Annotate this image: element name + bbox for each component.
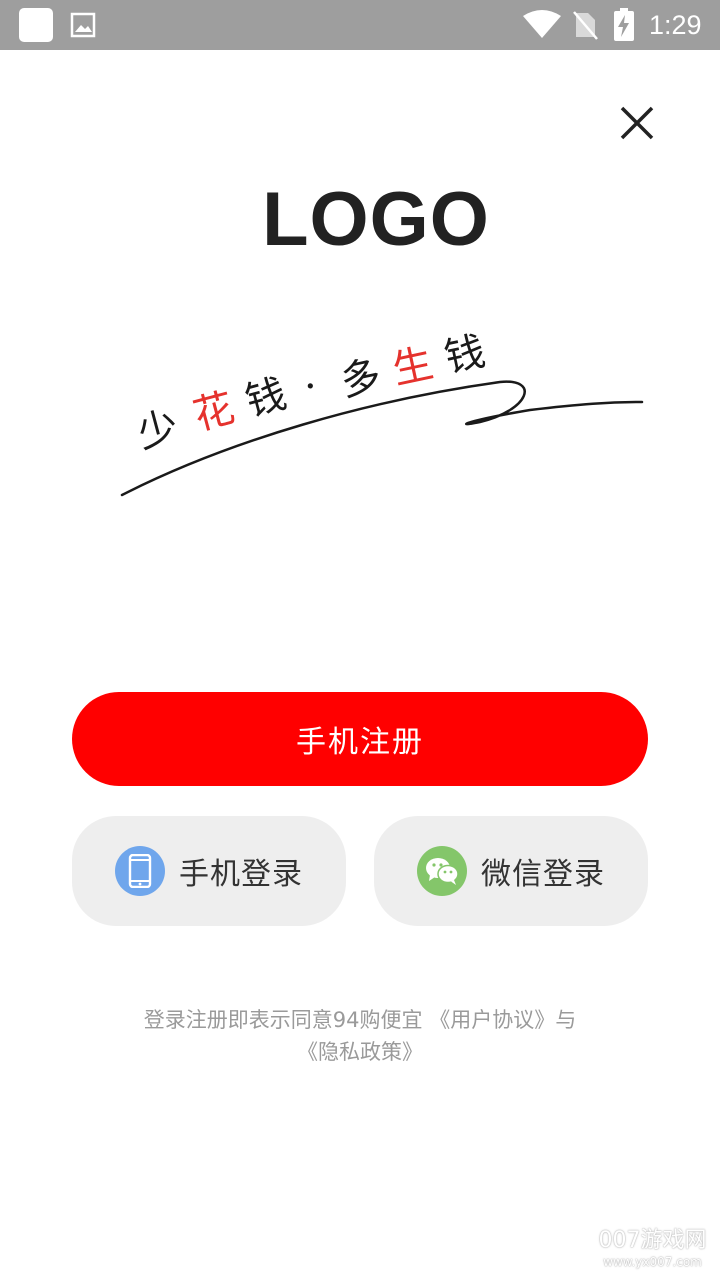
logo-text: LOGO [262,177,490,262]
wechat-login-button[interactable]: 微信登录 [374,816,648,926]
gallery-icon [70,12,96,38]
agreement-prefix: 登录注册即表示同意94购便宜 [143,1008,430,1032]
slogan-char: 少 [133,403,184,458]
phone-login-button[interactable]: 手机登录 [72,816,346,926]
phone-register-button[interactable]: 手机注册 [72,692,648,786]
close-icon [620,106,654,140]
phone-icon [115,846,165,896]
user-agreement-link[interactable]: 《用户协议》 [429,1008,555,1032]
status-bar: 1:29 [0,0,720,50]
no-sim-icon [573,11,598,40]
slogan-calligraphy: 少 花 钱 · 多 生 钱 [120,330,644,497]
wechat-login-label: 微信登录 [481,857,605,892]
slogan-char-accent: 生 [389,340,438,393]
slogan-char: 钱 [441,330,490,382]
phone-login-label: 手机登录 [179,857,303,892]
agreement-joiner: 与 [555,1008,577,1032]
privacy-policy-link[interactable]: 《隐私政策》 [297,1040,423,1064]
slogan-char-accent: 花 [189,385,240,440]
register-label: 手机注册 [296,725,424,760]
notification-square-icon [19,8,53,42]
slogan-char: 钱 [241,371,292,426]
battery-charging-icon [614,8,634,41]
wechat-icon [417,846,467,896]
slogan-dot: · [304,364,317,410]
watermark-main: 007游戏网 [598,1228,707,1253]
watermark: 007游戏网 www.yx007.com [590,1228,715,1270]
watermark-url: www.yx007.com [603,1255,702,1269]
slogan-char: 多 [337,352,386,405]
status-time: 1:29 [649,10,702,40]
agreement-text: 登录注册即表示同意94购便宜 《用户协议》与《隐私政策》 [100,1004,620,1068]
close-button[interactable] [612,98,662,148]
wifi-icon [523,10,561,38]
